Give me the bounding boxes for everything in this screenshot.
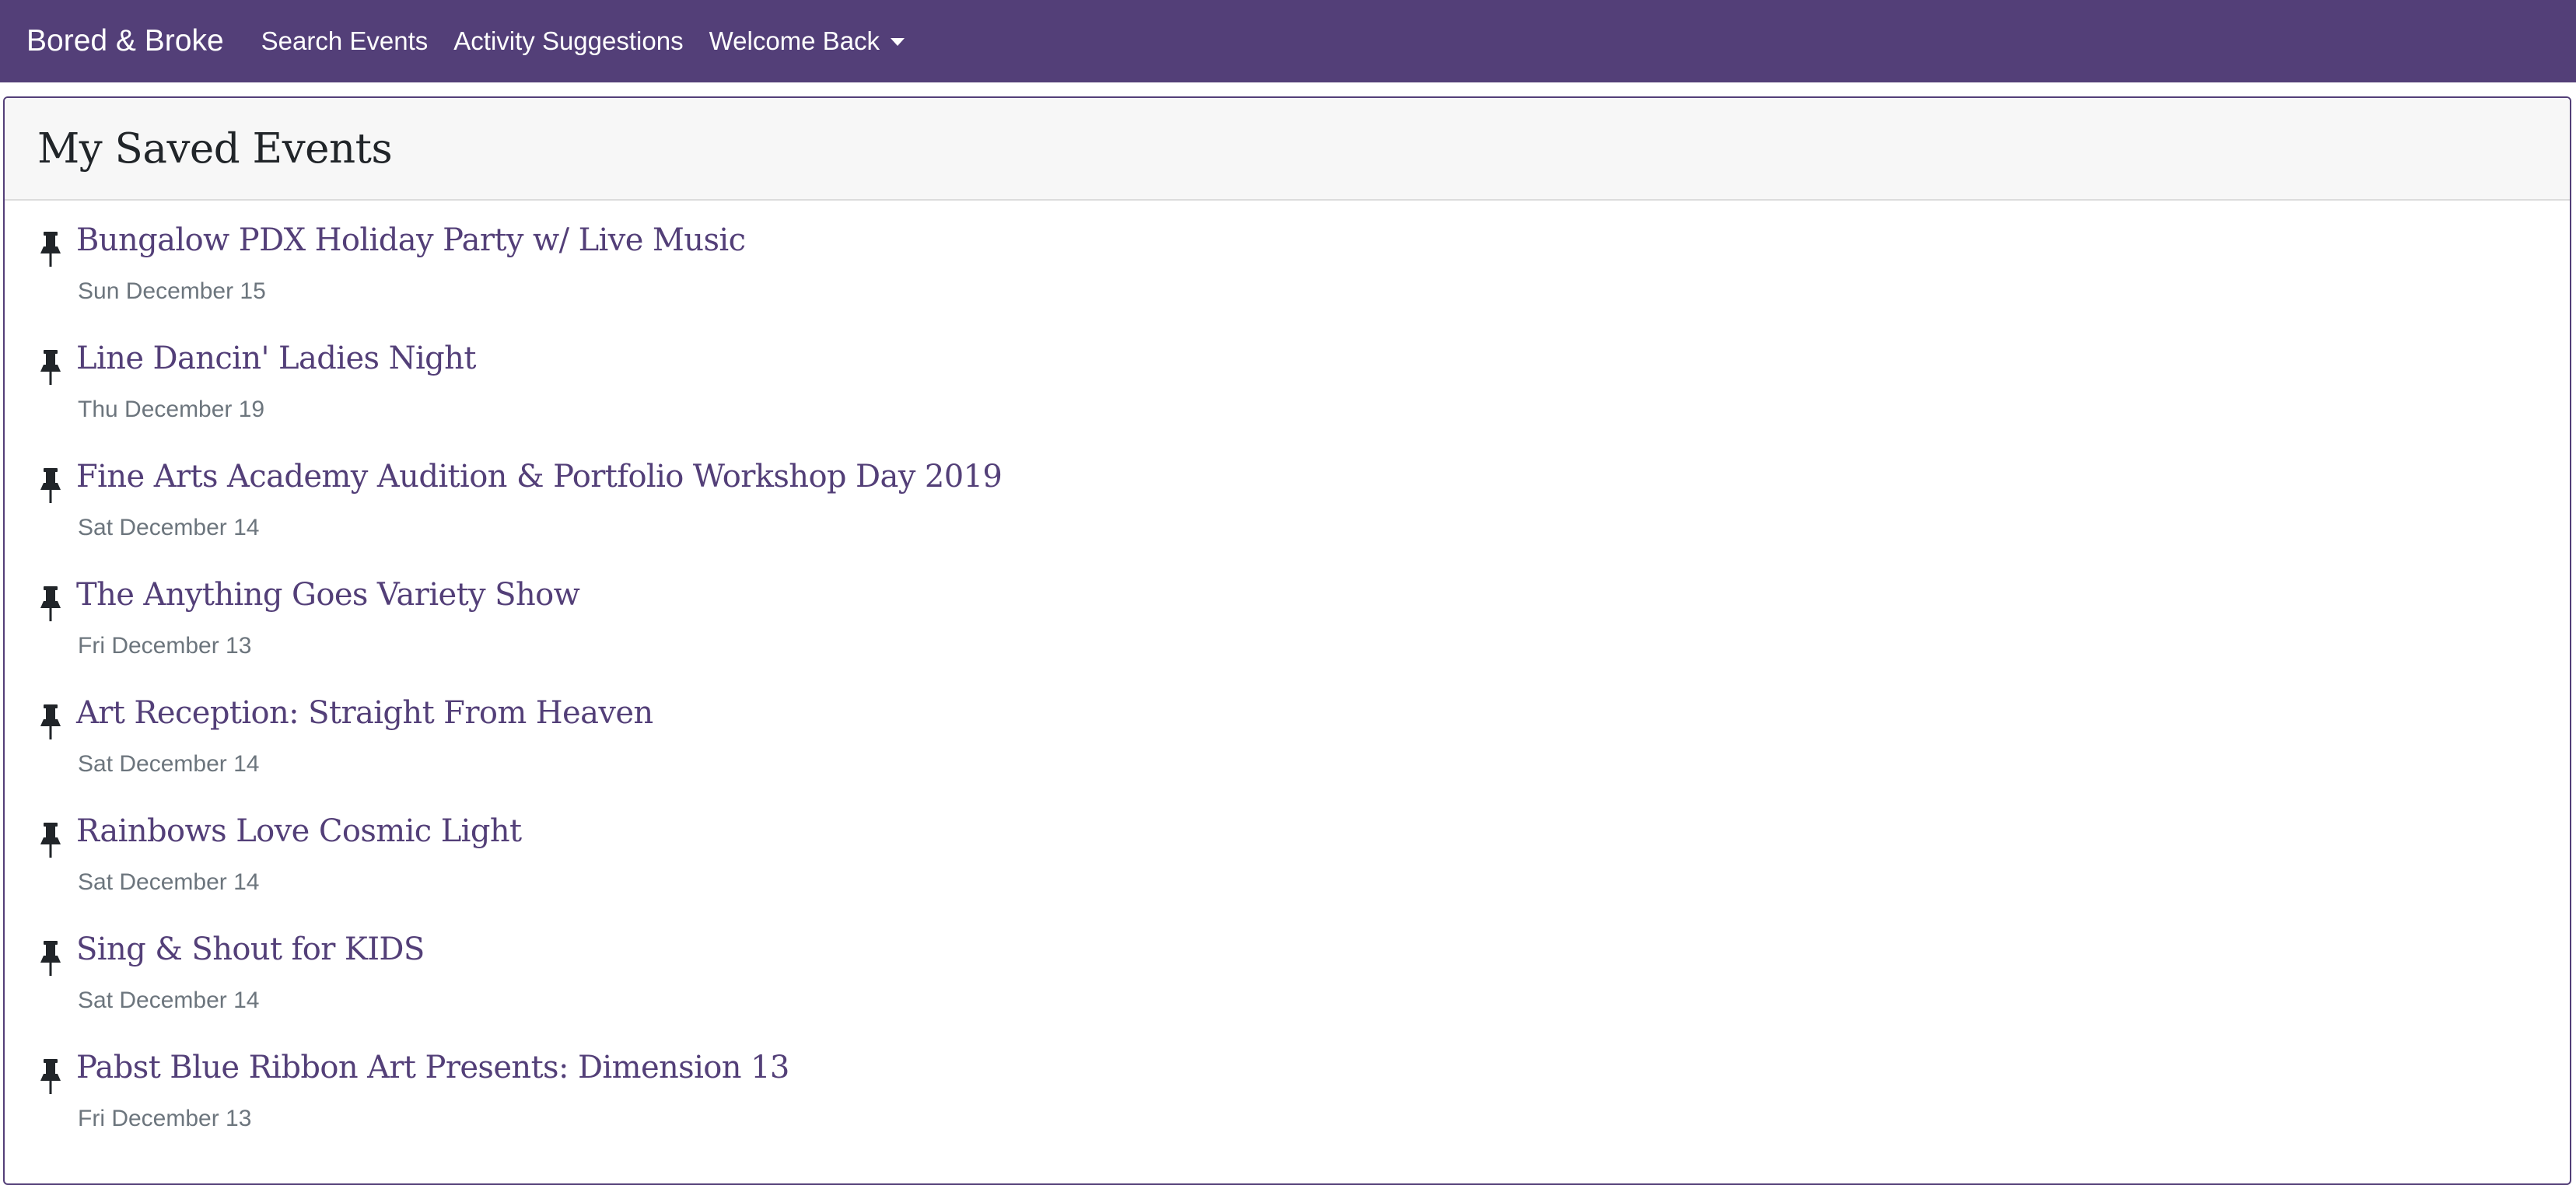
event-title-link[interactable]: Pabst Blue Ribbon Art Presents: Dimensio… <box>76 1050 789 1085</box>
event-date: Sat December 14 <box>78 987 260 1013</box>
pin-icon <box>40 1059 61 1094</box>
top-navbar: Bored & Broke Search Events Activity Sug… <box>0 0 2576 82</box>
event-title-link[interactable]: Sing & Shout for KIDS <box>76 932 425 967</box>
caret-down-icon <box>891 38 905 46</box>
list-item: Fine Arts Academy Audition & Portfolio W… <box>37 459 2526 568</box>
event-title-link[interactable]: Fine Arts Academy Audition & Portfolio W… <box>76 459 1003 495</box>
event-date: Fri December 13 <box>78 633 252 659</box>
list-item: Pabst Blue Ribbon Art Presents: Dimensio… <box>37 1050 2526 1159</box>
pin-icon <box>40 941 61 976</box>
event-title-link[interactable]: Bungalow PDX Holiday Party w/ Live Music <box>76 222 746 258</box>
event-date: Sat December 14 <box>78 751 260 777</box>
event-title-link[interactable]: Rainbows Love Cosmic Light <box>76 813 522 849</box>
list-item: The Anything Goes Variety Show Fri Decem… <box>37 577 2526 686</box>
event-date: Sat December 14 <box>78 869 260 895</box>
card-header: My Saved Events <box>5 98 2570 201</box>
list-item: Rainbows Love Cosmic Light Sat December … <box>37 813 2526 922</box>
pin-icon <box>40 232 61 267</box>
list-item: Line Dancin' Ladies Night Thu December 1… <box>37 341 2526 449</box>
pin-icon <box>40 823 61 858</box>
saved-events-card: My Saved Events Bungalow PDX Holiday Par… <box>3 96 2571 1185</box>
event-title-link[interactable]: The Anything Goes Variety Show <box>76 577 580 613</box>
nav-activity-suggestions[interactable]: Activity Suggestions <box>453 26 683 56</box>
event-title-link[interactable]: Art Reception: Straight From Heaven <box>76 695 653 731</box>
pin-icon <box>40 586 61 621</box>
list-item: Bungalow PDX Holiday Party w/ Live Music… <box>37 222 2526 331</box>
pin-icon <box>40 704 61 739</box>
nav-search-events[interactable]: Search Events <box>261 26 429 56</box>
list-item: Sing & Shout for KIDS Sat December 14 <box>37 932 2526 1040</box>
pin-icon <box>40 468 61 503</box>
brand-link[interactable]: Bored & Broke <box>26 24 224 58</box>
list-item: Art Reception: Straight From Heaven Sat … <box>37 695 2526 804</box>
pin-icon <box>40 350 61 385</box>
nav-welcome-dropdown[interactable]: Welcome Back <box>709 26 905 56</box>
event-date: Thu December 19 <box>78 397 265 422</box>
page-title: My Saved Events <box>37 124 393 173</box>
event-date: Fri December 13 <box>78 1106 252 1131</box>
event-title-link[interactable]: Line Dancin' Ladies Night <box>76 341 476 376</box>
event-date: Sun December 15 <box>78 278 266 304</box>
event-date: Sat December 14 <box>78 515 260 540</box>
welcome-label: Welcome Back <box>709 26 880 55</box>
